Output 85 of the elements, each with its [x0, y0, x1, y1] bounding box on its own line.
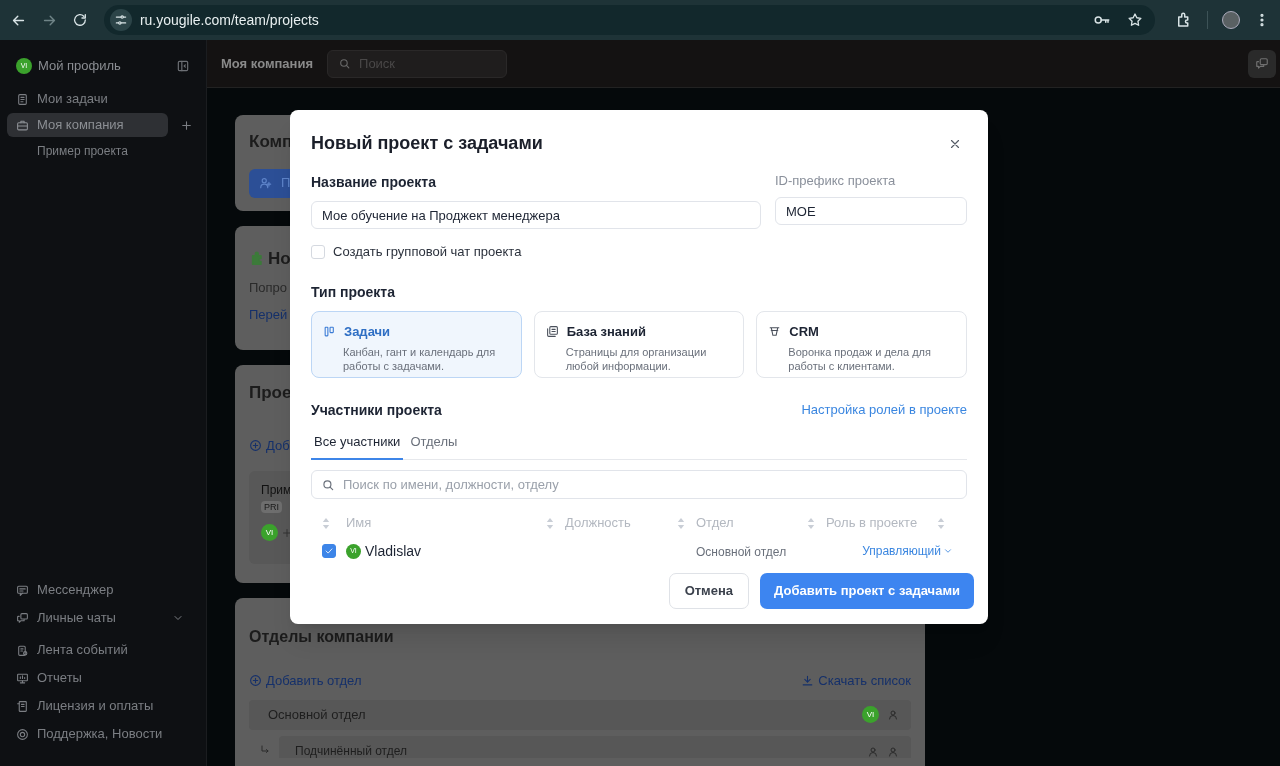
pages-icon [545, 324, 559, 338]
plus-circle-icon [249, 674, 262, 688]
chevron-down-icon [943, 546, 953, 556]
sidebar-item[interactable]: Поддержка, Новости [7, 720, 199, 748]
search-field[interactable]: Поиск по имени, должности, отделу [311, 470, 967, 499]
person-icon [887, 708, 899, 721]
project-type-card[interactable]: CRM Воронка продаж и дела для работы с клиентами. [756, 310, 967, 378]
lifebuoy-icon [16, 727, 29, 741]
card-description: Канбан, гант и календарь для работы с задачами. [343, 345, 497, 373]
cancel-button[interactable]: Отмена [668, 573, 750, 609]
add-icon[interactable] [180, 118, 193, 132]
department-row[interactable]: Основной отдел VI [249, 699, 911, 730]
card-title: Отделы компании [249, 627, 394, 647]
table-cell: Основной отдел [696, 545, 787, 559]
card-title: База знаний [566, 322, 646, 341]
reload-icon[interactable] [71, 12, 88, 28]
card-title: Комп [249, 131, 293, 153]
sub-arrow-icon [259, 743, 271, 756]
chat-toggle-button[interactable] [1248, 49, 1276, 78]
board-icon [323, 324, 336, 338]
sidebar-item[interactable]: Личные чаты [7, 604, 199, 632]
dialog-title: Новый проект с задачами [311, 132, 543, 155]
briefcase-icon [16, 118, 29, 132]
message-icon [16, 583, 29, 597]
checkbox-label[interactable]: Создать групповой чат проекта [333, 242, 522, 262]
project-prefix: PRI [261, 501, 282, 513]
address-bar[interactable]: ru.yougile.com/team/projects [103, 5, 1156, 35]
search-icon [321, 478, 335, 492]
column-header: Имя [346, 514, 373, 533]
section-title: Тип проекта [311, 282, 395, 302]
project-type-card[interactable]: База знаний Страницы для организации любой информации. [533, 310, 745, 378]
profile-avatar[interactable] [1222, 11, 1240, 29]
card-title: CRM [789, 322, 819, 341]
url-text: ru.yougile.com/team/projects [139, 10, 320, 30]
submit-button[interactable]: Добавить проект с задачами [760, 573, 974, 609]
sidebar-item[interactable]: Лента событий [7, 636, 199, 664]
page-title: Моя компания [221, 54, 314, 73]
tab[interactable]: Отделы [407, 430, 461, 460]
site-settings-icon[interactable] [113, 13, 128, 27]
monitor-icon [16, 671, 29, 685]
roles-link[interactable]: Настройка ролей в проекте [801, 400, 967, 420]
member-name: Vladislav [365, 541, 422, 561]
people-icon [259, 176, 273, 190]
document-icon [16, 699, 29, 713]
field-label: ID-префикс проекта [775, 172, 897, 189]
project-type-card[interactable]: Задачи Канбан, гант и календарь для работы с задачами. [311, 310, 522, 378]
column-header: Отдел [696, 514, 735, 533]
clipboard-icon [16, 92, 29, 106]
collapse-sidebar-icon[interactable] [176, 59, 190, 73]
sidebar-item[interactable]: Лицензия и оплаты [7, 692, 199, 720]
card-title: Задачи [344, 322, 391, 341]
search-icon [338, 57, 352, 70]
star-icon[interactable] [1127, 12, 1144, 28]
person-icon [867, 745, 879, 758]
input-field[interactable]: MOE [775, 197, 967, 225]
chats-icon [1255, 56, 1269, 71]
add-member-icon [281, 526, 293, 539]
chats-icon [16, 611, 29, 625]
field-label: Название проекта [311, 173, 437, 192]
checkbox[interactable] [322, 544, 336, 558]
person-icon [887, 745, 899, 758]
card-title: Прое [249, 382, 292, 404]
profile-label[interactable]: Мой профиль [38, 56, 176, 76]
avatar: VI [261, 524, 278, 541]
avatar: VI [862, 706, 879, 723]
card-description: Воронка продаж и дела для работы с клиентами. [788, 345, 932, 373]
sidebar-item[interactable]: Отчеты [7, 664, 199, 692]
card-description: Страницы для организации любой информации. [565, 345, 708, 373]
sidebar-item[interactable]: Моя компания [7, 113, 168, 137]
card-title: Но [268, 248, 291, 270]
input-field[interactable]: Мое обучение на Проджект менеджера [311, 201, 761, 229]
funnel-icon [768, 324, 782, 338]
role-dropdown[interactable]: Управляющий [862, 542, 953, 560]
check-icon [324, 546, 334, 556]
column-header: Должность [565, 514, 632, 533]
tab[interactable]: Все участники [311, 430, 404, 460]
sidebar-item[interactable]: Мои задачи [7, 87, 168, 111]
section-title: Участники проекта [311, 400, 442, 420]
column-header: Роль в проекте [826, 514, 919, 533]
project-name: Прим [261, 482, 292, 499]
download-icon [801, 674, 815, 688]
plus-circle-icon [249, 438, 262, 452]
clipboard-icon [16, 643, 29, 657]
sidebar-subitem[interactable]: Пример проекта [7, 139, 168, 163]
sidebar-item[interactable]: Мессенджер [7, 576, 199, 604]
